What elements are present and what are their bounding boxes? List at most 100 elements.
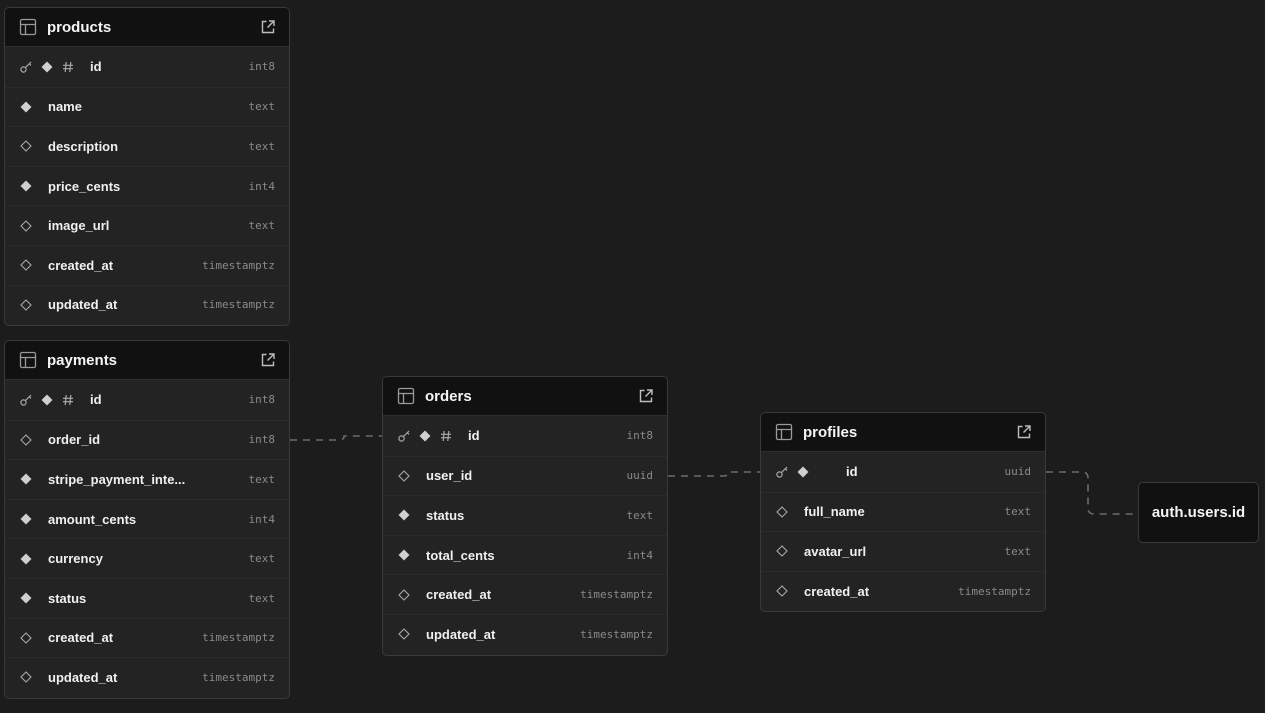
external-link-icon[interactable] xyxy=(1015,423,1033,441)
column-markers xyxy=(19,591,48,605)
table-title: orders xyxy=(425,387,472,405)
filled-diamond-icon xyxy=(397,508,411,522)
key-icon xyxy=(775,465,789,479)
column-row[interactable]: description text xyxy=(5,126,289,166)
column-name: created_at xyxy=(48,257,114,273)
column-row[interactable]: created_at timestamptz xyxy=(5,244,289,285)
column-markers xyxy=(19,100,48,114)
external-ref-node[interactable]: auth.users.id xyxy=(1138,482,1259,543)
column-markers xyxy=(397,469,426,483)
table-title: payments xyxy=(47,351,118,369)
column-name: status xyxy=(48,590,87,606)
column-markers xyxy=(19,219,48,233)
column-type: text xyxy=(626,508,654,522)
table-node-products[interactable]: products id int8 name text description text pr… xyxy=(4,7,290,326)
column-row[interactable]: user_id uuid xyxy=(383,455,667,496)
table-header: payments xyxy=(5,341,289,380)
column-row[interactable]: avatar_url text xyxy=(761,531,1045,571)
column-row[interactable]: updated_at timestamptz xyxy=(5,284,289,325)
column-row[interactable]: status text xyxy=(383,495,667,535)
column-type: text xyxy=(248,591,276,605)
column-row[interactable]: image_url text xyxy=(5,205,289,245)
column-name: updated_at xyxy=(48,297,118,313)
column-name: avatar_url xyxy=(804,543,867,559)
hollow-diamond-icon xyxy=(19,433,33,447)
table-node-orders[interactable]: orders id int8 user_id uuid status text total_… xyxy=(382,376,668,656)
filled-diamond-icon xyxy=(418,429,432,443)
external-link-icon[interactable] xyxy=(637,387,655,405)
column-row[interactable]: status text xyxy=(5,577,289,618)
filled-diamond-icon xyxy=(19,591,33,605)
column-row[interactable]: currency text xyxy=(5,538,289,578)
hash-icon xyxy=(439,429,453,443)
column-markers xyxy=(397,508,426,522)
column-name: updated_at xyxy=(48,669,118,685)
key-icon xyxy=(397,429,411,443)
column-row[interactable]: full_name text xyxy=(761,491,1045,532)
column-row[interactable]: total_cents int4 xyxy=(383,534,667,575)
column-row[interactable]: amount_cents int4 xyxy=(5,498,289,539)
column-type: int4 xyxy=(626,548,654,562)
external-link-icon[interactable] xyxy=(259,351,277,369)
column-markers xyxy=(397,627,426,641)
column-type: text xyxy=(1004,544,1032,558)
column-row[interactable]: id int8 xyxy=(5,380,289,420)
column-name: name xyxy=(48,99,82,115)
table-node-profiles[interactable]: profiles id uuid full_name text avatar_url te… xyxy=(760,412,1046,612)
column-name: id xyxy=(468,428,480,444)
column-markers xyxy=(775,505,804,519)
column-row[interactable]: id int8 xyxy=(383,416,667,456)
column-row[interactable]: id uuid xyxy=(761,452,1045,492)
hollow-diamond-icon xyxy=(775,544,789,558)
table-title: products xyxy=(47,18,112,36)
column-row[interactable]: created_at timestamptz xyxy=(761,570,1045,611)
hollow-diamond-icon xyxy=(775,505,789,519)
column-row[interactable]: order_id int8 xyxy=(5,419,289,460)
filled-diamond-icon xyxy=(19,100,33,114)
column-name: user_id xyxy=(426,468,473,484)
column-name: full_name xyxy=(804,504,865,520)
column-type: timestamptz xyxy=(202,298,275,312)
column-markers xyxy=(19,670,48,684)
column-type: text xyxy=(248,100,276,114)
column-row[interactable]: created_at timestamptz xyxy=(5,617,289,658)
external-link-icon[interactable] xyxy=(259,18,277,36)
column-markers xyxy=(775,584,804,598)
column-type: text xyxy=(248,472,276,486)
column-row[interactable]: updated_at timestamptz xyxy=(5,657,289,697)
column-row[interactable]: stripe_payment_inte... text xyxy=(5,459,289,499)
hollow-diamond-icon xyxy=(397,627,411,641)
column-type: text xyxy=(248,139,276,153)
column-type: int8 xyxy=(248,393,276,407)
column-name: description xyxy=(48,138,119,154)
column-type: timestamptz xyxy=(580,627,653,641)
column-row[interactable]: name text xyxy=(5,86,289,127)
column-type: int8 xyxy=(248,60,276,74)
column-type: text xyxy=(248,219,276,233)
table-grid-icon xyxy=(19,351,37,369)
external-ref-label: auth.users.id xyxy=(1151,504,1246,521)
column-markers xyxy=(775,465,846,479)
column-name: created_at xyxy=(48,630,114,646)
table-grid-icon xyxy=(397,387,415,405)
column-row[interactable]: price_cents int4 xyxy=(5,165,289,206)
column-list: id int8 user_id uuid status text total_cents in… xyxy=(383,416,667,654)
edge-orders-profiles xyxy=(668,471,761,477)
table-grid-icon xyxy=(19,18,37,36)
column-name: stripe_payment_inte... xyxy=(48,471,186,487)
key-icon xyxy=(19,60,33,74)
column-type: int4 xyxy=(248,512,276,526)
table-node-payments[interactable]: payments id int8 order_id int8 stripe_paymen… xyxy=(4,340,290,699)
column-type: timestamptz xyxy=(580,588,653,602)
column-row[interactable]: updated_at timestamptz xyxy=(383,613,667,654)
schema-canvas[interactable]: products id int8 name text description text pr… xyxy=(0,0,1265,713)
key-icon xyxy=(19,393,33,407)
table-title: profiles xyxy=(803,423,858,441)
column-type: text xyxy=(1004,505,1032,519)
column-row[interactable]: created_at timestamptz xyxy=(383,574,667,614)
column-row[interactable]: id int8 xyxy=(5,47,289,87)
column-markers xyxy=(19,179,48,193)
column-name: order_id xyxy=(48,432,101,448)
column-name: currency xyxy=(48,551,103,567)
table-header: orders xyxy=(383,377,667,416)
